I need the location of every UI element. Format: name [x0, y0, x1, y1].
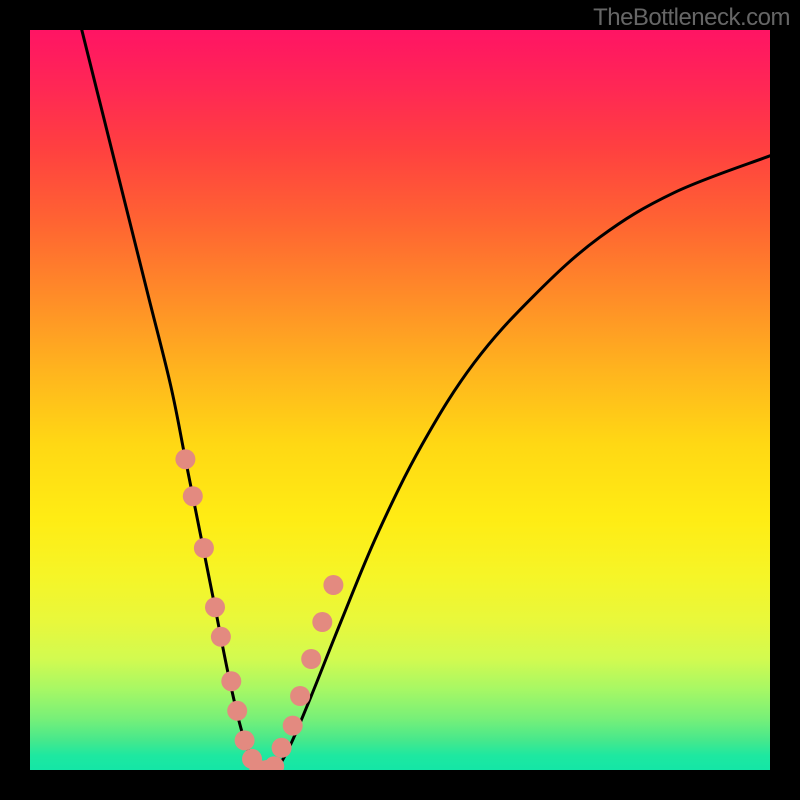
salmon-dot	[221, 671, 241, 691]
salmon-dots-group	[175, 449, 343, 770]
salmon-dot	[264, 756, 284, 770]
chart-frame: TheBottleneck.com	[0, 0, 800, 800]
salmon-dot	[301, 649, 321, 669]
bottleneck-curve	[82, 30, 770, 770]
salmon-dot	[227, 701, 247, 721]
salmon-dot	[283, 716, 303, 736]
curve-layer	[30, 30, 770, 770]
salmon-dot	[194, 538, 214, 558]
attribution-text: TheBottleneck.com	[593, 4, 790, 32]
salmon-dot	[183, 486, 203, 506]
salmon-dot	[235, 730, 255, 750]
plot-area	[30, 30, 770, 770]
salmon-dot	[323, 575, 343, 595]
salmon-dot	[290, 686, 310, 706]
salmon-dot	[211, 627, 231, 647]
salmon-dot	[175, 449, 195, 469]
salmon-dot	[205, 597, 225, 617]
salmon-dot	[312, 612, 332, 632]
salmon-dot	[272, 738, 292, 758]
